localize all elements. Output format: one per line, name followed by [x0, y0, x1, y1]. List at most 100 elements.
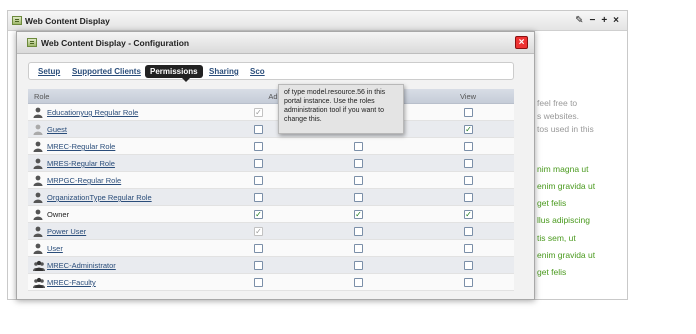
add-checkbox[interactable] [254, 176, 263, 185]
tab-permissions[interactable]: Permissions [145, 65, 203, 78]
view-checkbox[interactable] [464, 108, 473, 117]
add-checkbox[interactable] [254, 142, 263, 151]
table-row: Owner ✓ ✓ ✓ [28, 206, 514, 223]
portlet-controls: ✎ − + × [575, 15, 619, 27]
configure-wrench-icon[interactable]: ✎ [575, 15, 583, 27]
user-icon [33, 141, 43, 152]
view-checkbox[interactable] [464, 227, 473, 236]
add-checkbox[interactable] [254, 125, 263, 134]
table-row: MREC-Regular Role [28, 138, 514, 155]
add-checkbox: ✓ [254, 108, 263, 117]
tab-bar: Setup Supported Clients Permissions Shar… [28, 62, 514, 82]
view-checkbox[interactable] [464, 159, 473, 168]
web-content-icon [12, 16, 22, 25]
background-text: feel free to [537, 98, 578, 108]
add-checkbox[interactable] [254, 159, 263, 168]
group-icon [33, 277, 45, 288]
table-row: MRPGC-Regular Role [28, 172, 514, 189]
table-row: MRES-Regular Role [28, 155, 514, 172]
group-icon [33, 260, 45, 271]
column-header-view: View [459, 91, 477, 101]
close-dialog-button[interactable]: × [515, 36, 528, 49]
portlet-titlebar: Web Content Display [8, 11, 627, 31]
role-name: Owner [47, 210, 70, 219]
view-checkbox[interactable]: ✓ [464, 125, 473, 134]
close-portlet-icon[interactable]: × [613, 15, 619, 27]
view-checkbox[interactable] [464, 261, 473, 270]
permission-checkbox[interactable] [354, 193, 363, 202]
tab-supported-clients[interactable]: Supported Clients [72, 67, 141, 76]
view-checkbox[interactable] [464, 244, 473, 253]
add-checkbox: ✓ [254, 227, 263, 236]
role-name[interactable]: Guest [47, 125, 67, 134]
table-body: Educationyug Regular Role ✓ Guest ✓ MREC-Reg… [28, 104, 514, 291]
table-header: Role Ad ation View [28, 89, 514, 104]
role-name[interactable]: OrganizationType Regular Role [47, 193, 152, 202]
tab-setup[interactable]: Setup [38, 67, 60, 76]
user-icon [33, 175, 43, 186]
add-checkbox[interactable] [254, 278, 263, 287]
add-checkbox[interactable] [254, 193, 263, 202]
configuration-dialog: Web Content Display - Configuration × Se… [16, 31, 535, 300]
view-checkbox[interactable]: ✓ [464, 210, 473, 219]
maximize-icon[interactable]: + [601, 15, 607, 27]
permission-checkbox[interactable] [354, 244, 363, 253]
minimize-icon[interactable]: − [589, 15, 595, 27]
portlet-title: Web Content Display [25, 15, 110, 26]
column-header-role: Role [34, 91, 50, 101]
add-checkbox[interactable] [254, 261, 263, 270]
role-name[interactable]: MREC-Administrator [47, 261, 116, 270]
table-row: Guest ✓ [28, 121, 514, 138]
view-checkbox[interactable] [464, 193, 473, 202]
dialog-titlebar: Web Content Display - Configuration [17, 32, 534, 54]
role-name[interactable]: Power User [47, 227, 86, 236]
add-checkbox[interactable] [254, 244, 263, 253]
user-icon [33, 192, 43, 203]
tab-sharing[interactable]: Sharing [209, 67, 239, 76]
role-name[interactable]: User [47, 244, 63, 253]
view-checkbox[interactable] [464, 278, 473, 287]
role-name[interactable]: MREC-Regular Role [47, 142, 115, 151]
tooltip: of type model.resource.56 in this portal… [278, 84, 404, 134]
user-icon [33, 226, 43, 237]
role-name[interactable]: Educationyug Regular Role [47, 108, 138, 117]
user-icon [33, 158, 43, 169]
table-row: User [28, 240, 514, 257]
background-text: s websites. [537, 111, 580, 121]
background-text: enim gravida ut [537, 181, 596, 191]
permission-checkbox[interactable] [354, 227, 363, 236]
table-row: OrganizationType Regular Role [28, 189, 514, 206]
table-row: Educationyug Regular Role ✓ [28, 104, 514, 121]
permission-checkbox[interactable] [354, 278, 363, 287]
add-checkbox[interactable]: ✓ [254, 210, 263, 219]
tab-scope[interactable]: Sco [250, 67, 265, 76]
table-row: Power User ✓ [28, 223, 514, 240]
permission-checkbox[interactable] [354, 261, 363, 270]
role-name[interactable]: MREC-Faculty [47, 278, 96, 287]
background-text: get felis [537, 198, 567, 208]
permission-checkbox[interactable]: ✓ [354, 210, 363, 219]
permission-checkbox[interactable] [354, 176, 363, 185]
user-icon [33, 209, 43, 220]
permission-checkbox[interactable] [354, 159, 363, 168]
dialog-title: Web Content Display - Configuration [41, 37, 190, 48]
background-text: get felis [537, 267, 567, 277]
background-text: tis sem, ut [537, 233, 576, 243]
table-row: MREC-Faculty [28, 274, 514, 291]
user-icon [33, 107, 43, 118]
table-row: MREC-Administrator [28, 257, 514, 274]
permission-checkbox[interactable] [354, 142, 363, 151]
background-text: enim gravida ut [537, 250, 596, 260]
role-name[interactable]: MRPGC-Regular Role [47, 176, 121, 185]
active-tab-pointer [182, 78, 190, 82]
background-text: tos used in this [537, 124, 594, 134]
guest-icon [33, 124, 43, 135]
web-content-icon [27, 38, 37, 47]
permissions-table: Role Ad ation View Educationyug Regular … [28, 89, 514, 291]
role-name[interactable]: MRES-Regular Role [47, 159, 115, 168]
view-checkbox[interactable] [464, 176, 473, 185]
view-checkbox[interactable] [464, 142, 473, 151]
background-text: llus adipiscing [537, 215, 590, 225]
background-text: nim magna ut [537, 164, 589, 174]
user-icon [33, 243, 43, 254]
